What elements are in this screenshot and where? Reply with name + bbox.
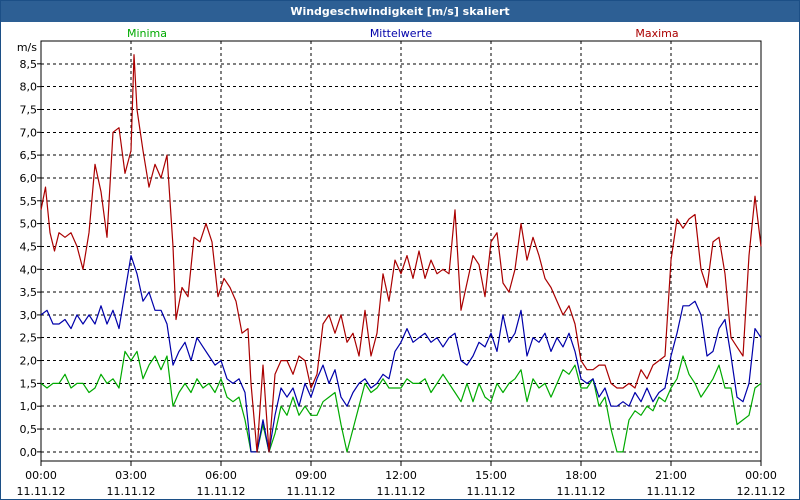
y-tick-label: 3,0 [20,309,38,322]
x-tick-time: 09:00 [295,469,327,482]
y-tick-label: 7,0 [20,126,38,139]
y-axis-label: m/s [17,41,37,54]
y-tick-label: 2,0 [20,355,38,368]
x-tick-time: 00:00 [25,469,57,482]
x-tick-date: 11.11.12 [377,485,426,498]
y-tick-label: 0,0 [20,446,38,459]
x-tick-time: 06:00 [205,469,237,482]
chart-window: Windgeschwindigkeit [m/s] skaliert 0,0 0,… [0,0,800,500]
legend-minima: Minima [127,27,167,40]
x-tick-date: 11.11.12 [557,485,606,498]
y-tick-label: 6,5 [20,149,38,162]
y-tick-label: 1,5 [20,377,38,390]
y-tick-label: 4,0 [20,263,38,276]
y-tick-label: 6,0 [20,172,38,185]
legend-maxima: Maxima [635,27,678,40]
x-tick-time: 15:00 [475,469,507,482]
x-tick-time: 12:00 [385,469,417,482]
x-tick-date: 11.11.12 [107,485,156,498]
x-tick-date: 11.11.12 [647,485,696,498]
x-tick-date: 12.11.12 [737,485,786,498]
x-tick-time: 21:00 [655,469,687,482]
y-tick-label: 5,0 [20,218,38,231]
y-tick-label: 2,5 [20,332,38,345]
wind-speed-chart: 0,0 0,5 1,0 1,5 2,0 2,5 3,0 3,5 4,0 4,5 5,0 5,5 6,0 6… [17,27,786,498]
x-tick-time: 18:00 [565,469,597,482]
x-tick-time: 03:00 [115,469,147,482]
legend-mittelwerte: Mittelwerte [370,27,433,40]
y-tick-label: 8,5 [20,58,38,71]
x-tick-date: 11.11.12 [197,485,246,498]
x-tick-date: 11.11.12 [467,485,516,498]
x-tick-time: 00:00 [745,469,777,482]
y-tick-label: 5,5 [20,195,38,208]
y-tick-label: 0,5 [20,423,38,436]
y-tick-label: 7,5 [20,103,38,116]
window-title: Windgeschwindigkeit [m/s] skaliert [1,1,799,22]
x-tick-date: 11.11.12 [287,485,336,498]
y-tick-label: 1,0 [20,400,38,413]
x-tick-date: 11.11.12 [17,485,66,498]
y-tick-label: 4,5 [20,240,38,253]
y-tick-label: 8,0 [20,81,38,94]
y-tick-label: 3,5 [20,286,38,299]
